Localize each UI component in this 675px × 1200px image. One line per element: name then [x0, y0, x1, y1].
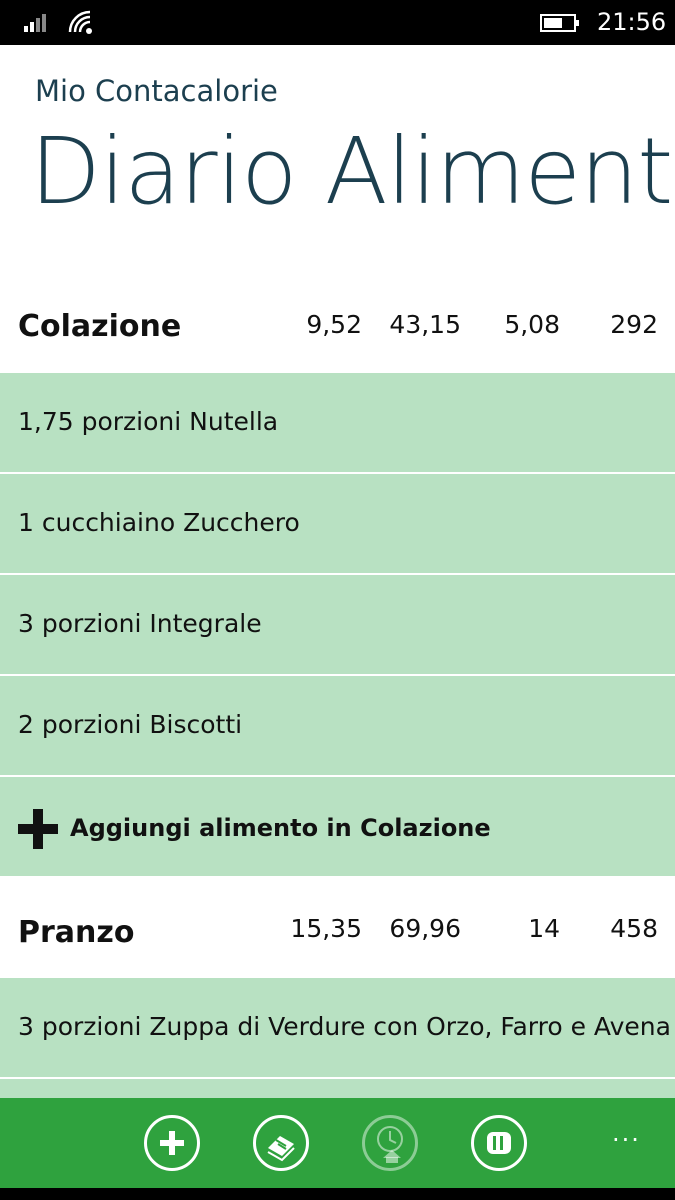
food-item-label: 2 porzioni Biscotti	[18, 710, 243, 739]
add-food-colazione-button[interactable]: Aggiungi alimento in Colazione	[0, 777, 675, 876]
columns-icon	[487, 1132, 511, 1154]
meal-value-calories: 458	[610, 914, 658, 943]
wifi-icon	[68, 10, 92, 34]
meal-name: Pranzo	[18, 915, 135, 950]
clock-home-icon	[377, 1126, 403, 1163]
food-item-row[interactable]: 1,75 porzioni Nutella	[0, 373, 675, 472]
food-item-label: 3 porzioni Integrale	[18, 609, 262, 638]
meal-header-pranzo[interactable]: Pranzo 15,35 69,96 14 458	[0, 878, 675, 978]
food-item-row[interactable]: 1 cucchiaino Zucchero	[0, 474, 675, 573]
food-item-row[interactable]: 2 porzioni Biscotti	[0, 676, 675, 775]
more-options-button[interactable]: ···	[612, 1126, 641, 1154]
food-item-label: 1,75 porzioni Nutella	[18, 407, 279, 436]
food-list-icon	[267, 1136, 295, 1162]
status-bar: 21:56	[0, 0, 675, 45]
add-icon	[160, 1131, 184, 1155]
food-item-row[interactable]: 3 porzioni Integrale	[0, 575, 675, 674]
food-item-row[interactable]: 3 porzioni Zuppa di Verdure con Orzo, Fa…	[0, 978, 675, 1077]
app-bar: ···	[0, 1098, 675, 1188]
meal-name: Colazione	[18, 309, 182, 344]
food-list-button[interactable]	[253, 1115, 309, 1171]
status-time: 21:56	[597, 8, 667, 36]
meal-value-calories: 292	[610, 310, 658, 339]
page-title-container: Diario Alimentare	[0, 110, 675, 240]
add-button[interactable]	[144, 1115, 200, 1171]
history-button[interactable]	[362, 1115, 418, 1171]
columns-button[interactable]	[471, 1115, 527, 1171]
plus-icon	[18, 809, 58, 849]
food-item-label: 1 cucchiaino Zucchero	[18, 508, 300, 537]
page-title: Diario Alimentare	[30, 118, 675, 225]
meal-header-colazione[interactable]: Colazione 9,52 43,15 5,08 292	[0, 276, 675, 376]
battery-icon	[540, 14, 579, 32]
add-food-label: Aggiungi alimento in Colazione	[70, 814, 491, 842]
app-name: Mio Contacalorie	[35, 74, 278, 108]
food-item-label: 3 porzioni Zuppa di Verdure con Orzo, Fa…	[18, 1012, 671, 1041]
bottom-strip	[0, 1188, 675, 1200]
signal-icon	[24, 14, 46, 32]
food-item-row[interactable]	[0, 1079, 675, 1098]
